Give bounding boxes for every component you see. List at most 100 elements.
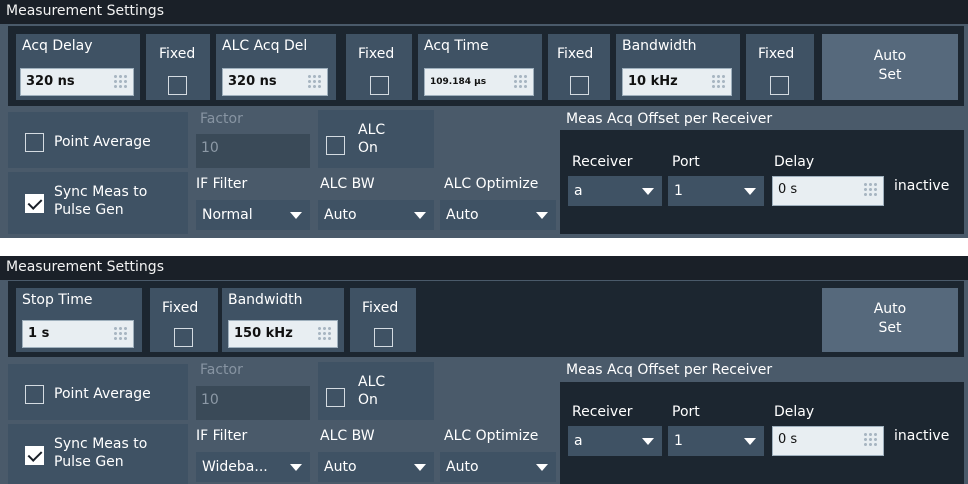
keypad-icon[interactable] [513,74,529,90]
delay-input[interactable]: 0 s [772,426,884,456]
chevron-down-icon [414,212,426,219]
stop-time-input[interactable]: 1 s [22,320,134,348]
alc-on-toggle[interactable]: ALC On [318,362,434,420]
alc-bw-label: ALC BW [320,176,375,192]
receiver-label: Receiver [572,404,633,420]
if-filter-label: IF Filter [196,428,248,444]
meas-acq-offset-group: Receiver a Port 1 Delay 0 s inactive [560,382,964,484]
receiver-dropdown[interactable]: a [568,176,662,206]
keypad-icon[interactable] [113,326,129,342]
alc-bw-dropdown[interactable]: Auto [318,452,434,482]
fixed-checkbox[interactable] [168,76,187,95]
fixed-toggle-3[interactable]: Fixed [548,34,610,100]
alc-on-checkbox[interactable] [326,136,345,155]
chevron-down-icon [290,212,302,219]
fixed-checkbox[interactable] [570,76,589,95]
bandwidth-input[interactable]: 10 kHz [622,68,732,96]
receiver-dropdown[interactable]: a [568,426,662,456]
sync-meas-checkbox[interactable] [25,446,44,465]
port-label: Port [672,154,700,170]
panel-title-bar: Measurement Settings [0,256,968,280]
meas-acq-offset-group: Receiver a Port 1 Delay 0 s inactive [560,130,964,234]
bandwidth-input[interactable]: 150 kHz [228,320,338,348]
delay-status: inactive [894,428,950,444]
alc-on-toggle[interactable]: ALC On [318,110,434,168]
panel-title: Measurement Settings [6,3,164,19]
fixed-label: Fixed [162,300,199,316]
alc-on-checkbox[interactable] [326,388,345,407]
factor-label: Factor [200,362,243,378]
acq-delay-label: Acq Delay [22,38,93,54]
port-label: Port [672,404,700,420]
alc-optimize-dropdown[interactable]: Auto [440,452,556,482]
fixed-toggle-1[interactable]: Fixed [146,34,210,100]
chevron-down-icon [642,438,654,445]
chevron-down-icon [744,438,756,445]
receiver-label: Receiver [572,154,633,170]
meas-acq-offset-title: Meas Acq Offset per Receiver [566,111,773,127]
alc-acq-del-tile: ALC Acq Del 320 ns [216,34,336,100]
panel-title: Measurement Settings [6,259,164,275]
bandwidth-tile: Bandwidth 150 kHz [222,288,344,352]
point-average-toggle[interactable]: Point Average [8,364,188,420]
alc-bw-dropdown[interactable]: Auto [318,200,434,230]
bandwidth-tile: Bandwidth 10 kHz [616,34,740,100]
fixed-checkbox[interactable] [174,328,193,347]
chevron-down-icon [290,464,302,471]
point-average-label: Point Average [54,386,151,402]
sync-meas-checkbox[interactable] [25,194,44,213]
chevron-down-icon [744,188,756,195]
port-dropdown[interactable]: 1 [668,176,764,206]
chevron-down-icon [536,464,548,471]
fixed-checkbox[interactable] [770,76,789,95]
keypad-icon[interactable] [863,182,879,198]
point-average-toggle[interactable]: Point Average [8,112,188,168]
keypad-icon[interactable] [711,74,727,90]
if-filter-label: IF Filter [196,176,248,192]
port-dropdown[interactable]: 1 [668,426,764,456]
panel-title-bar: Measurement Settings [0,0,968,24]
bandwidth-label: Bandwidth [228,292,303,308]
keypad-icon[interactable] [307,74,323,90]
if-filter-dropdown[interactable]: Wideba... [196,452,310,482]
factor-input: 10 [196,386,310,420]
bandwidth-label: Bandwidth [622,38,697,54]
factor-input: 10 [196,134,310,168]
alc-optimize-label: ALC Optimize [444,176,539,192]
fixed-label: Fixed [358,46,395,62]
alc-optimize-dropdown[interactable]: Auto [440,200,556,230]
sync-meas-toggle[interactable]: Sync Meas to Pulse Gen [8,172,188,234]
acq-delay-tile: Acq Delay 320 ns [16,34,140,100]
meas-acq-offset-title: Meas Acq Offset per Receiver [566,362,773,378]
keypad-icon[interactable] [863,432,879,448]
point-average-label: Point Average [54,134,151,150]
delay-label: Delay [774,404,815,420]
keypad-icon[interactable] [317,326,333,342]
fixed-checkbox[interactable] [374,328,393,347]
fixed-label: Fixed [362,300,399,316]
alc-acq-del-input[interactable]: 320 ns [222,68,328,96]
auto-set-button[interactable]: Auto Set [822,288,958,352]
fixed-toggle-2[interactable]: Fixed [346,34,412,100]
chevron-down-icon [414,464,426,471]
delay-input[interactable]: 0 s [772,176,884,206]
if-filter-dropdown[interactable]: Normal [196,200,310,230]
auto-set-button[interactable]: Auto Set [822,34,958,100]
delay-status: inactive [894,178,950,194]
keypad-icon[interactable] [113,74,129,90]
alc-acq-del-label: ALC Acq Del [222,38,308,54]
point-average-checkbox[interactable] [25,133,44,152]
fixed-toggle-1[interactable]: Fixed [150,288,218,352]
fixed-toggle-2[interactable]: Fixed [350,288,416,352]
factor-label: Factor [200,111,243,127]
delay-label: Delay [774,154,815,170]
fixed-toggle-4[interactable]: Fixed [746,34,814,100]
point-average-checkbox[interactable] [25,385,44,404]
stop-time-label: Stop Time [22,292,93,308]
fixed-checkbox[interactable] [370,76,389,95]
sync-meas-toggle[interactable]: Sync Meas to Pulse Gen [8,424,188,484]
acq-delay-input[interactable]: 320 ns [20,68,134,96]
chevron-down-icon [642,188,654,195]
alc-bw-label: ALC BW [320,428,375,444]
acq-time-input[interactable]: 109.184 µs [424,68,534,96]
